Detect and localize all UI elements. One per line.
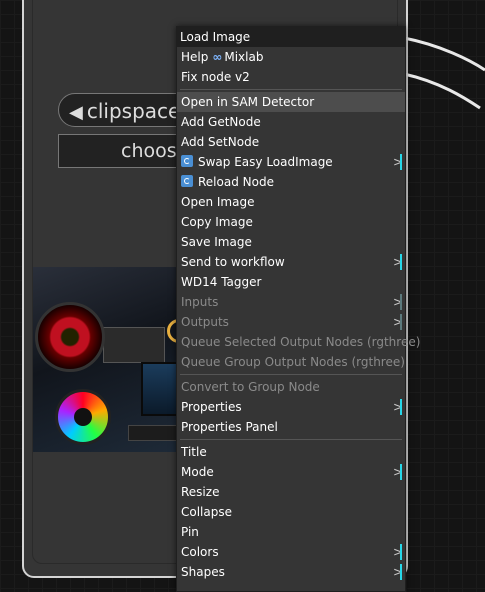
menu-item-convert-to-group-node: Convert to Group Node — [177, 377, 405, 397]
submenu-indicator — [400, 314, 402, 330]
menu-item-shapes[interactable]: Shapes > — [177, 562, 405, 582]
menu-item-label: Collapse — [181, 505, 232, 519]
reload-icon — [181, 175, 193, 187]
menu-item-label: Pin — [181, 525, 199, 539]
menu-item-open-in-sam-detector[interactable]: Open in SAM Detector — [177, 92, 405, 112]
menu-item-help[interactable]: Help ∞ Mixlab — [177, 47, 405, 67]
menu-item-extra-label: Mixlab — [224, 50, 264, 64]
submenu-arrow-icon: > — [393, 400, 404, 414]
menu-item-label: Help — [181, 50, 209, 64]
menu-item-label: Open Image — [181, 195, 255, 209]
menu-item-add-setnode[interactable]: Add SetNode — [177, 132, 405, 152]
menu-item-label: Copy Image — [181, 215, 253, 229]
mixlab-infinity-icon: ∞ — [212, 50, 223, 64]
submenu-indicator — [400, 154, 402, 170]
menu-item-label: Outputs — [181, 315, 229, 329]
menu-item-label: Resize — [181, 485, 220, 499]
menu-separator — [180, 89, 402, 90]
menu-item-send-to-workflow[interactable]: Send to workflow > — [177, 252, 405, 272]
menu-item-swap-easy-loadimage[interactable]: Swap Easy LoadImage > — [177, 152, 405, 172]
menu-item-open-image[interactable]: Open Image — [177, 192, 405, 212]
menu-item-label: Add SetNode — [181, 135, 260, 149]
submenu-indicator — [400, 464, 402, 480]
menu-item-label: Convert to Group Node — [181, 380, 320, 394]
submenu-arrow-icon: > — [393, 295, 404, 309]
swap-icon — [181, 155, 193, 167]
menu-separator — [180, 374, 402, 375]
output-wire-2 — [403, 72, 481, 110]
menu-separator — [180, 439, 402, 440]
submenu-indicator — [400, 544, 402, 560]
menu-item-reload-node[interactable]: Reload Node — [177, 172, 405, 192]
menu-item-label: Properties — [181, 400, 242, 414]
menu-item-add-getnode[interactable]: Add GetNode — [177, 112, 405, 132]
submenu-indicator — [400, 399, 402, 415]
menu-item-copy-image[interactable]: Copy Image — [177, 212, 405, 232]
menu-item-label: Inputs — [181, 295, 219, 309]
menu-item-label: Send to workflow — [181, 255, 285, 269]
menu-item-save-image[interactable]: Save Image — [177, 232, 405, 252]
submenu-indicator — [400, 564, 402, 580]
menu-item-label: Fix node v2 — [181, 70, 250, 84]
output-wire-1 — [403, 36, 485, 72]
menu-item-label: Add GetNode — [181, 115, 261, 129]
menu-item-label: Reload Node — [198, 175, 274, 189]
menu-item-label: Shapes — [181, 565, 225, 579]
menu-item-resize[interactable]: Resize — [177, 482, 405, 502]
submenu-arrow-icon: > — [393, 545, 404, 559]
menu-item-label: Queue Selected Output Nodes (rgthree) — [181, 335, 421, 349]
submenu-indicator — [400, 294, 402, 310]
menu-item-properties-panel[interactable]: Properties Panel — [177, 417, 405, 437]
submenu-arrow-icon: > — [393, 565, 404, 579]
menu-item-queue-group-output-nodes: Queue Group Output Nodes (rgthree) — [177, 352, 405, 372]
menu-item-label: Mode — [181, 465, 214, 479]
submenu-indicator — [400, 254, 402, 270]
menu-item-collapse[interactable]: Collapse — [177, 502, 405, 522]
menu-item-properties[interactable]: Properties > — [177, 397, 405, 417]
menu-item-label: Queue Group Output Nodes (rgthree) — [181, 355, 405, 369]
menu-item-inputs: Inputs > — [177, 292, 405, 312]
submenu-arrow-icon: > — [393, 465, 404, 479]
menu-item-title[interactable]: Title — [177, 442, 405, 462]
menu-item-colors[interactable]: Colors > — [177, 542, 405, 562]
menu-item-pin[interactable]: Pin — [177, 522, 405, 542]
menu-item-wd14-tagger[interactable]: WD14 Tagger — [177, 272, 405, 292]
menu-item-label: Colors — [181, 545, 219, 559]
menu-item-label: WD14 Tagger — [181, 275, 262, 289]
context-menu: Load Image Help ∞ Mixlab Fix node v2 Open in… — [176, 26, 420, 592]
submenu-arrow-icon: > — [393, 315, 404, 329]
menu-item-label: Title — [181, 445, 207, 459]
menu-title: Load Image — [177, 27, 405, 47]
menu-item-label: Save Image — [181, 235, 252, 249]
menu-item-queue-selected-output-nodes: Queue Selected Output Nodes (rgthree) — [177, 332, 420, 352]
menu-item-fix-node-v2[interactable]: Fix node v2 — [177, 67, 405, 87]
menu-item-label: Properties Panel — [181, 420, 278, 434]
menu-item-mode[interactable]: Mode > — [177, 462, 405, 482]
menu-item-label: Open in SAM Detector — [181, 95, 315, 109]
menu-item-label: Swap Easy LoadImage — [198, 155, 333, 169]
submenu-arrow-icon: > — [393, 155, 404, 169]
menu-item-outputs: Outputs > — [177, 312, 405, 332]
submenu-arrow-icon: > — [393, 255, 404, 269]
